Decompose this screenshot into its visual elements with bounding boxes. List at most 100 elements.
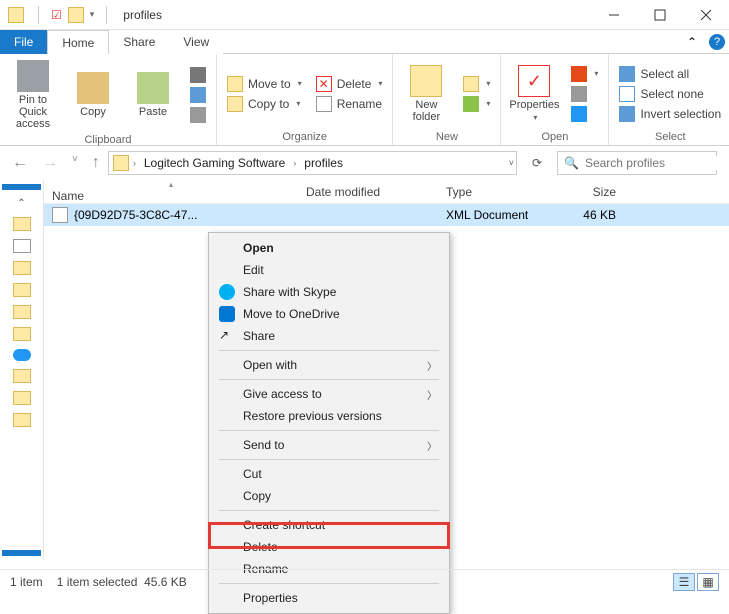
refresh-button[interactable]: ⟳: [525, 156, 549, 170]
tree-item-icon[interactable]: [13, 369, 31, 383]
new-group-label: New: [399, 129, 494, 145]
address-dropdown-icon[interactable]: ˅: [509, 158, 514, 168]
col-date[interactable]: Date modified: [298, 185, 438, 199]
tree-item-icon[interactable]: [13, 305, 31, 319]
search-box[interactable]: 🔍: [557, 151, 717, 175]
ctx-give-access[interactable]: Give access to〉: [211, 383, 447, 405]
ctx-onedrive-label: Move to OneDrive: [243, 307, 340, 321]
selnone-label: Select none: [640, 87, 703, 101]
select-all-button[interactable]: Select all: [615, 65, 725, 83]
tree-item-icon[interactable]: [13, 283, 31, 297]
properties-button[interactable]: Properties▾: [507, 63, 561, 124]
easy-access-button[interactable]: ▾: [459, 95, 494, 113]
tab-share[interactable]: Share: [109, 30, 169, 54]
ctx-share[interactable]: ↗Share: [211, 325, 447, 347]
tree-item-icon[interactable]: [13, 327, 31, 341]
delete-button[interactable]: Delete▾: [312, 75, 387, 93]
pin-label: Pin to Quick access: [8, 94, 58, 130]
ctx-delete[interactable]: Delete: [211, 536, 447, 558]
address-folder-icon: [113, 155, 129, 171]
tree-item-icon[interactable]: [13, 413, 31, 427]
address-bar[interactable]: › Logitech Gaming Software › profiles ˅: [108, 151, 517, 175]
rename-button[interactable]: Rename: [312, 95, 387, 113]
paste-shortcut-button[interactable]: [186, 106, 210, 124]
history-button[interactable]: [567, 105, 602, 123]
tree-item-icon[interactable]: [13, 239, 31, 253]
breadcrumb-seg2[interactable]: profiles: [300, 156, 347, 170]
copy-path-button[interactable]: [186, 86, 210, 104]
new-item-button[interactable]: ▾: [459, 75, 494, 93]
col-size[interactable]: Size: [554, 185, 624, 199]
qat-dropdown-icon[interactable]: ▾: [90, 9, 95, 20]
ctx-move-onedrive[interactable]: Move to OneDrive: [211, 303, 447, 325]
search-icon: 🔍: [564, 156, 579, 170]
share-icon: ↗: [219, 328, 235, 344]
invert-selection-button[interactable]: Invert selection: [615, 105, 725, 123]
file-size: 46 KB: [554, 208, 624, 222]
paste-button[interactable]: Paste: [126, 70, 180, 120]
select-none-button[interactable]: Select none: [615, 85, 725, 103]
status-size: 45.6 KB: [144, 575, 187, 589]
ctx-restore-versions[interactable]: Restore previous versions: [211, 405, 447, 427]
col-type[interactable]: Type: [438, 185, 554, 199]
ribbon-collapse-icon[interactable]: ⌃: [687, 30, 705, 54]
help-button[interactable]: ?: [705, 30, 729, 54]
ctx-send-to[interactable]: Send to 〉: [211, 434, 447, 456]
file-row[interactable]: {09D92D75-3C8C-47... XML Document 46 KB: [44, 204, 729, 226]
search-input[interactable]: [585, 156, 729, 170]
tree-item-icon[interactable]: [13, 217, 31, 231]
breadcrumb-seg1[interactable]: Logitech Gaming Software: [140, 156, 289, 170]
cut-button[interactable]: [186, 66, 210, 84]
copy-label: Copy: [80, 106, 106, 118]
tab-view[interactable]: View: [169, 30, 223, 54]
details-view-button[interactable]: ☰: [673, 573, 695, 591]
nav-up-button[interactable]: ↑: [92, 154, 100, 172]
navigation-pane[interactable]: ⌃: [0, 180, 44, 560]
ctx-cut[interactable]: Cut: [211, 463, 447, 485]
nav-back-button[interactable]: ←: [12, 154, 28, 172]
col-name[interactable]: ▴Name: [44, 180, 298, 203]
ctx-skype-label: Share with Skype: [243, 285, 336, 299]
ribbon: Pin to Quick access Copy Paste Clipboard…: [0, 54, 729, 146]
onedrive-icon[interactable]: [13, 349, 31, 361]
ctx-copy[interactable]: Copy: [211, 485, 447, 507]
tree-item-icon[interactable]: [13, 391, 31, 405]
qat-properties-icon[interactable]: ☑: [51, 8, 62, 22]
ctx-open[interactable]: Open: [211, 237, 447, 259]
ctx-edit[interactable]: Edit: [211, 259, 447, 281]
copy-to-button[interactable]: Copy to▾: [223, 95, 306, 113]
nav-recent-dropdown[interactable]: ˅: [72, 154, 78, 172]
status-bar: 1 item 1 item selected 45.6 KB ☰ ▦: [0, 569, 729, 593]
ctx-sendto-label: Send to: [243, 438, 284, 452]
ctx-open-with[interactable]: Open with〉: [211, 354, 447, 376]
onedrive-icon: [219, 306, 235, 322]
maximize-button[interactable]: [637, 0, 683, 30]
tree-handle: [2, 184, 41, 190]
qat-folder-icon[interactable]: [68, 7, 84, 23]
submenu-arrow-icon: 〉: [427, 438, 437, 453]
tree-item-icon[interactable]: [13, 261, 31, 275]
file-icon: [52, 207, 68, 223]
new-folder-button[interactable]: New folder: [399, 63, 453, 125]
minimize-button[interactable]: [591, 0, 637, 30]
close-button[interactable]: [683, 0, 729, 30]
selinv-label: Invert selection: [640, 107, 721, 121]
ctx-share-skype[interactable]: Share with Skype: [211, 281, 447, 303]
open-group-label: Open: [507, 129, 602, 145]
rename-label: Rename: [337, 97, 382, 111]
tab-file[interactable]: File: [0, 30, 47, 54]
edit-button[interactable]: [567, 85, 602, 103]
submenu-arrow-icon: 〉: [427, 387, 437, 402]
clipboard-group-label: Clipboard: [6, 132, 210, 148]
column-headers: ▴Name Date modified Type Size: [44, 180, 729, 204]
nav-forward-button[interactable]: →: [42, 154, 58, 172]
icons-view-button[interactable]: ▦: [697, 573, 719, 591]
window-titlebar: ☑ ▾ profiles: [0, 0, 729, 30]
open-dd-button[interactable]: ▾: [567, 65, 602, 83]
copy-button[interactable]: Copy: [66, 70, 120, 120]
move-to-button[interactable]: Move to▾: [223, 75, 306, 93]
ctx-create-shortcut[interactable]: Create shortcut: [211, 514, 447, 536]
pin-quick-access-button[interactable]: Pin to Quick access: [6, 58, 60, 132]
tab-home[interactable]: Home: [47, 30, 109, 54]
paste-label: Paste: [139, 106, 167, 118]
